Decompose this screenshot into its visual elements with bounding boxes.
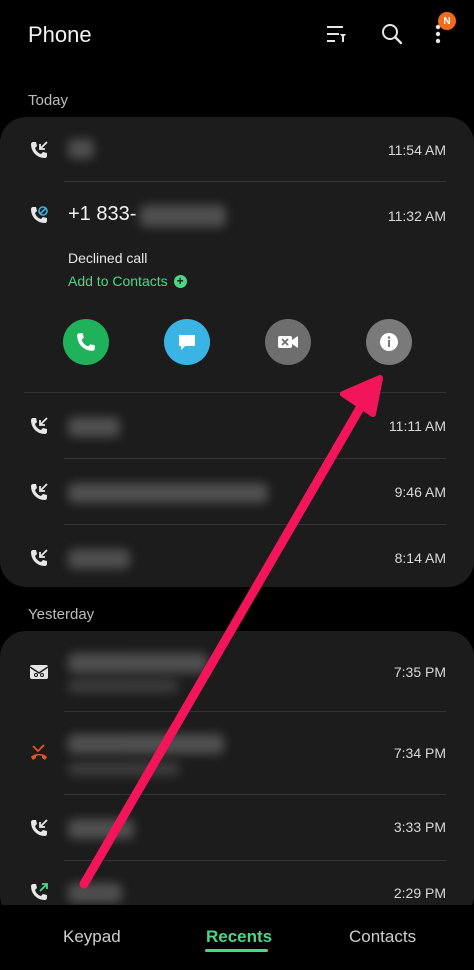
call-time: 11:32 AM bbox=[387, 208, 446, 224]
call-status: Declined call bbox=[68, 250, 148, 266]
voicemail-icon bbox=[28, 661, 50, 683]
message-icon bbox=[179, 335, 195, 350]
tab-keypad[interactable]: Keypad bbox=[63, 927, 121, 947]
redacted-contact-name bbox=[68, 734, 224, 754]
tab-contacts[interactable]: Contacts bbox=[349, 927, 416, 947]
incoming-call-icon bbox=[28, 139, 50, 161]
redacted-contact-detail bbox=[68, 679, 178, 693]
call-time: 7:34 PM bbox=[393, 745, 446, 761]
redacted-contact-name bbox=[68, 883, 122, 903]
declined-call-icon bbox=[28, 204, 50, 226]
filter-sort-icon[interactable] bbox=[322, 20, 350, 48]
add-to-contacts-link[interactable]: Add to Contacts + bbox=[68, 273, 187, 289]
redacted-number bbox=[140, 205, 226, 227]
incoming-call-icon bbox=[28, 547, 50, 569]
video-call-button[interactable] bbox=[265, 319, 311, 365]
redacted-contact-name bbox=[68, 653, 208, 673]
info-button[interactable] bbox=[366, 319, 412, 365]
incoming-call-icon bbox=[28, 415, 50, 437]
yesterday-call-list: 7:35 PM 7:34 PM 3:33 PM 2:29 PM bbox=[0, 631, 474, 921]
call-log-row[interactable]: 9:46 AM bbox=[0, 459, 474, 525]
incoming-call-icon bbox=[28, 817, 50, 839]
phone-number: +1 833- bbox=[68, 203, 137, 225]
video-icon bbox=[278, 336, 298, 348]
phone-icon bbox=[77, 333, 95, 351]
redacted-contact-detail bbox=[68, 762, 180, 776]
section-label-today: Today bbox=[28, 92, 69, 109]
outgoing-call-icon bbox=[28, 881, 50, 903]
call-log-row[interactable]: 8:14 AM bbox=[0, 525, 474, 587]
call-button[interactable] bbox=[63, 319, 109, 365]
call-time: 11:54 AM bbox=[387, 142, 446, 158]
call-time: 11:11 AM bbox=[388, 418, 446, 434]
call-log-row[interactable]: 7:35 PM bbox=[0, 631, 474, 711]
active-tab-indicator bbox=[205, 949, 268, 952]
tab-recents[interactable]: Recents bbox=[206, 927, 272, 947]
notification-badge: N bbox=[438, 12, 456, 30]
page-title: Phone bbox=[28, 22, 92, 47]
today-call-list: 11:54 AM +1 833- 11:32 AM Declined call … bbox=[0, 117, 474, 587]
call-time: 7:35 PM bbox=[393, 664, 446, 680]
section-label-yesterday: Yesterday bbox=[28, 606, 95, 623]
redacted-contact-name bbox=[68, 417, 120, 437]
call-time: 8:14 AM bbox=[394, 550, 446, 566]
bottom-navigation: Keypad Recents Contacts bbox=[0, 905, 474, 970]
redacted-contact-name bbox=[68, 483, 268, 503]
add-to-contacts-label: Add to Contacts bbox=[68, 273, 168, 289]
plus-icon: + bbox=[173, 274, 187, 288]
call-time: 9:46 AM bbox=[394, 484, 446, 500]
call-time: 3:33 PM bbox=[393, 819, 446, 835]
redacted-contact-name bbox=[68, 819, 134, 839]
missed-call-icon bbox=[28, 742, 50, 764]
incoming-call-icon bbox=[28, 481, 50, 503]
app-bar: Phone N bbox=[0, 0, 474, 70]
message-button[interactable] bbox=[164, 319, 210, 365]
call-log-row[interactable]: 11:11 AM bbox=[0, 393, 474, 459]
info-icon bbox=[380, 333, 398, 351]
redacted-contact-name bbox=[68, 549, 130, 569]
search-icon[interactable] bbox=[378, 20, 406, 48]
call-log-row[interactable]: 3:33 PM bbox=[0, 795, 474, 861]
call-log-row[interactable]: 11:54 AM bbox=[0, 117, 474, 181]
call-time: 2:29 PM bbox=[393, 885, 446, 901]
redacted-contact-name bbox=[68, 139, 94, 159]
call-log-row[interactable]: 7:34 PM bbox=[0, 712, 474, 794]
